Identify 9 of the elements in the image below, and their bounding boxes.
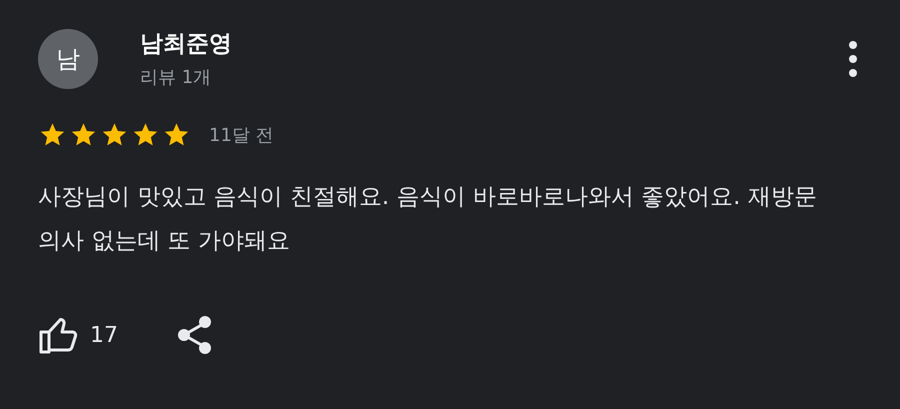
more-options-icon[interactable]	[848, 40, 858, 78]
review-time: 11달 전	[209, 124, 274, 147]
share-icon[interactable]	[176, 315, 214, 355]
review-count: 리뷰 1개	[140, 66, 212, 89]
review-text: 사장님이 맛있고 음식이 친절해요. 음식이 바로바로나와서 좋았어요. 재방문의사 없는데 또 가야돼요	[38, 183, 818, 256]
like-count: 17	[90, 322, 118, 348]
thumbs-up-icon[interactable]	[38, 315, 78, 355]
reviewer-name: 남최준영	[140, 30, 233, 59]
avatar: 남	[38, 28, 98, 88]
